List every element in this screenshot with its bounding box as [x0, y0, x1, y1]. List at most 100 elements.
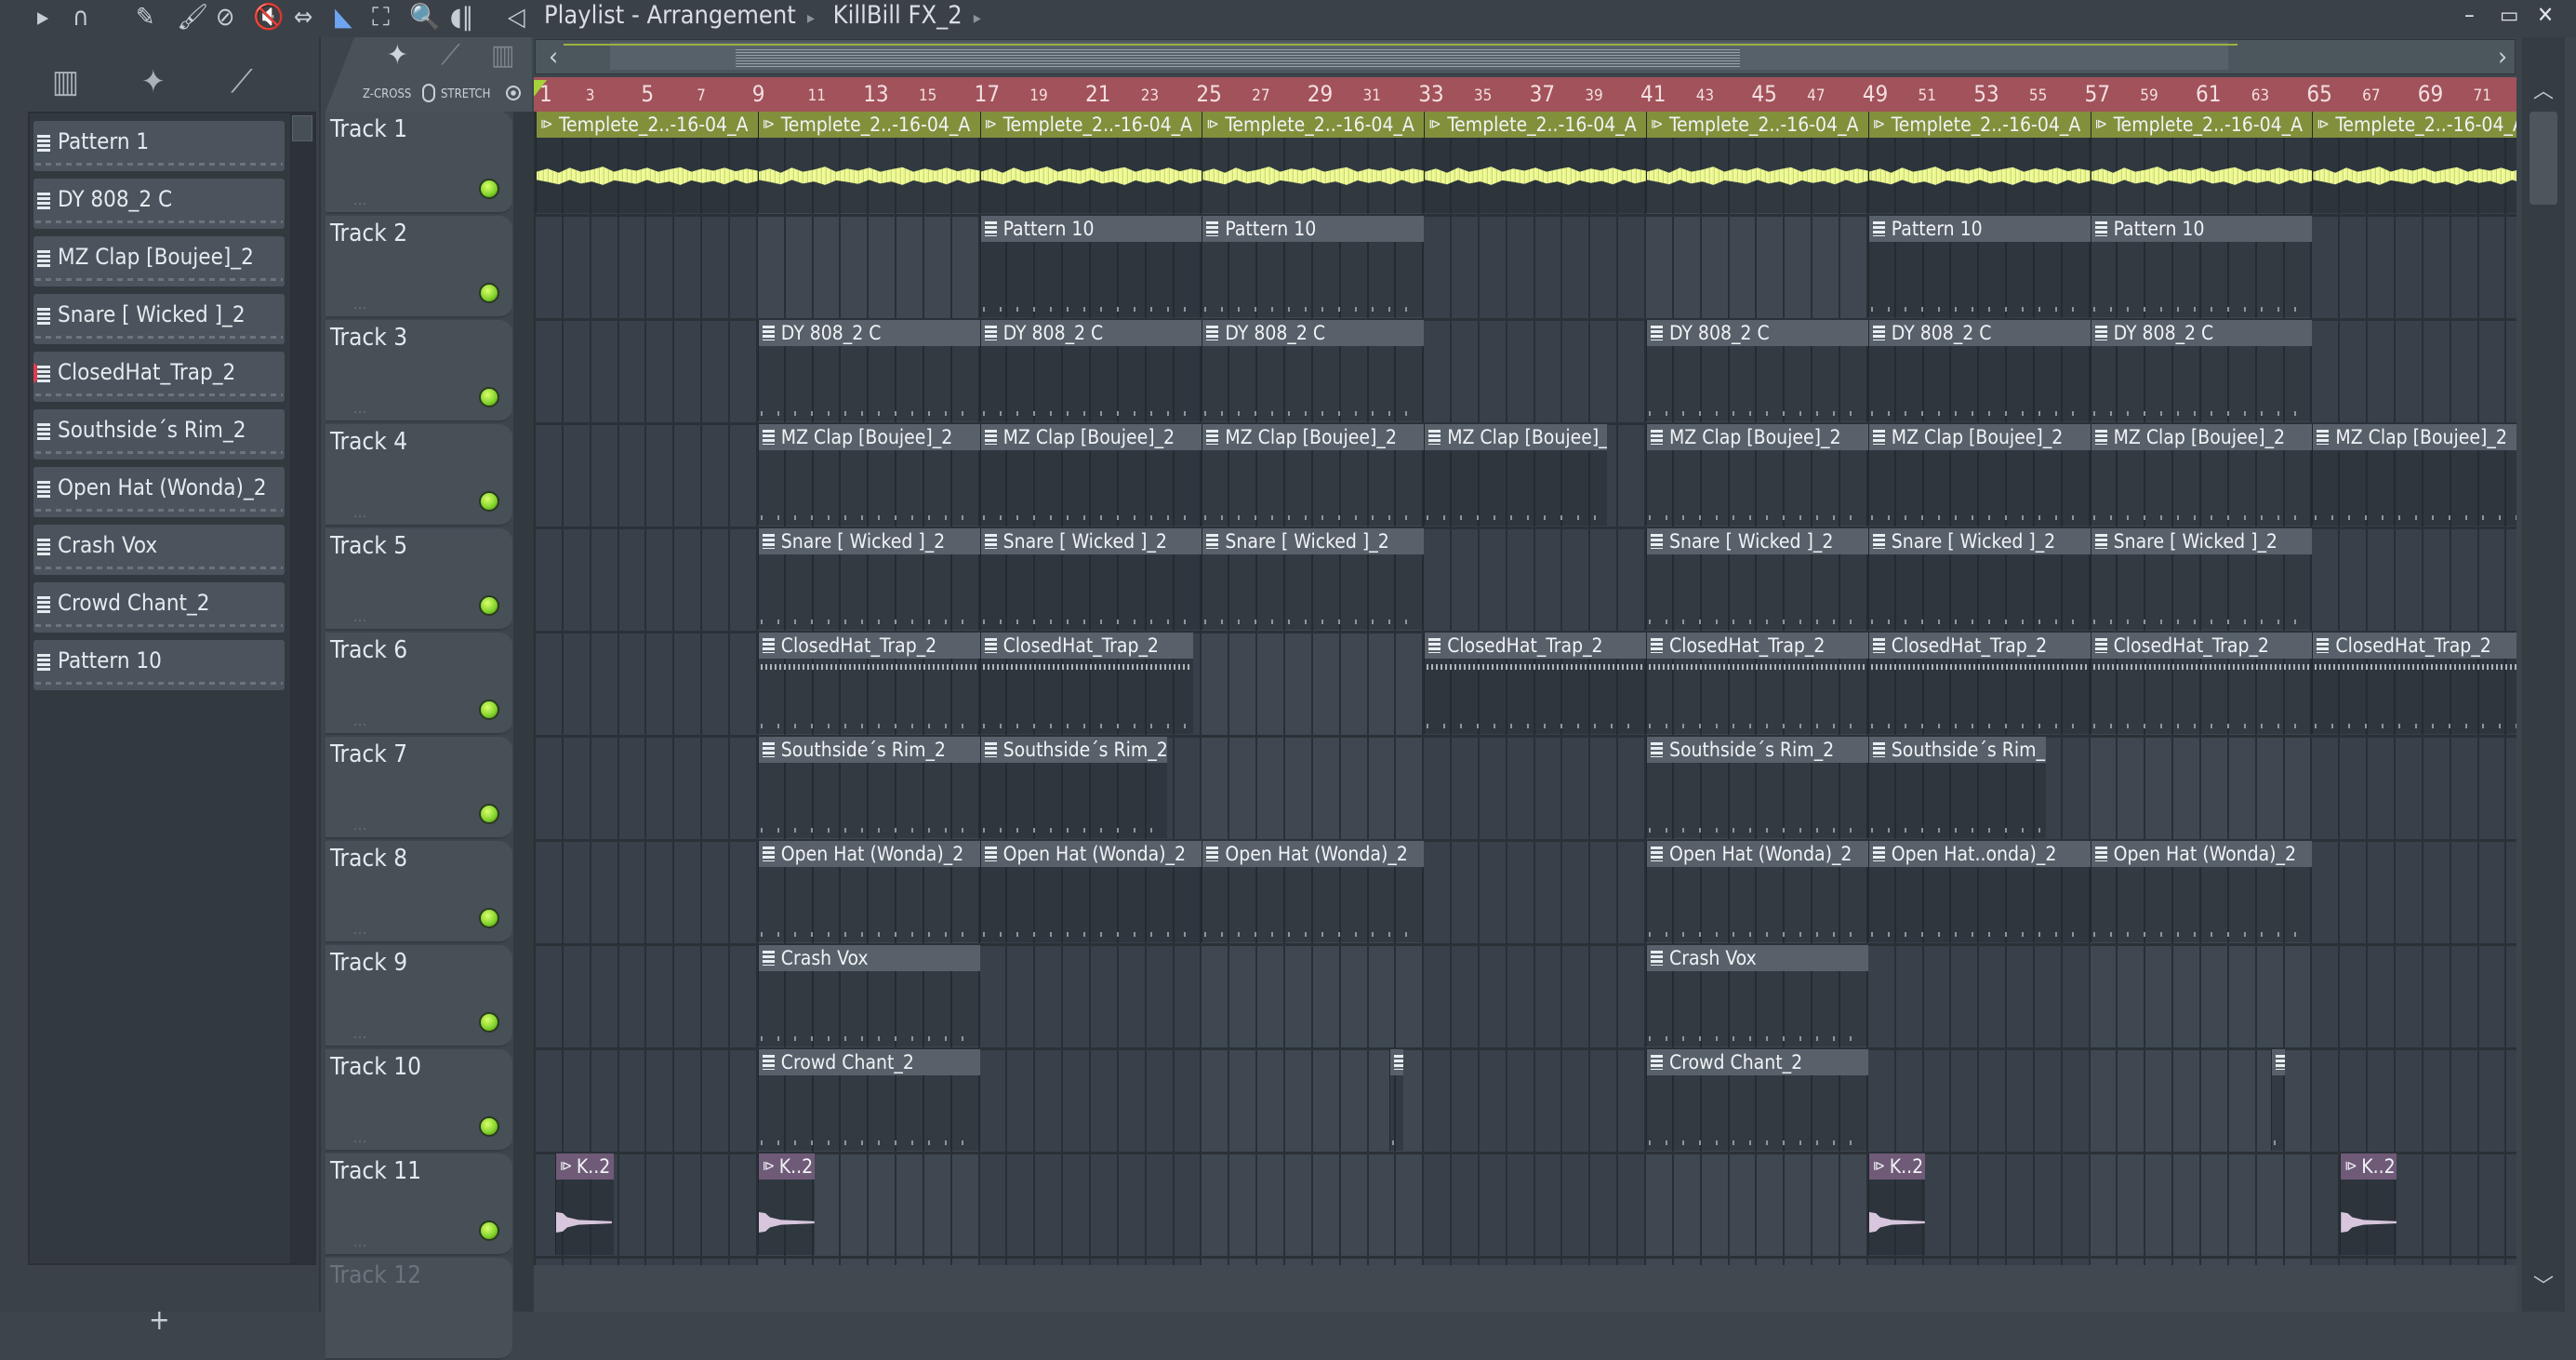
playlist-clip[interactable]: ⧐ K..2 [554, 1153, 614, 1255]
arrangement-grid[interactable]: ⧐ Templete_2..-16-04_A ⧐ Templete_2..-16-04… [534, 112, 2516, 1265]
playlist-clip[interactable] [2270, 1049, 2285, 1151]
clip-header[interactable]: ⧐ Templete_2..-16-04_A [758, 112, 980, 138]
track-header[interactable]: Track 12 [325, 1258, 512, 1360]
playlist-clip[interactable]: Snare [ Wicked ]_2 [979, 528, 1202, 630]
playlist-clip[interactable]: ClosedHat_Trap_2 [1867, 633, 2091, 734]
playlist-clip[interactable]: ClosedHat_Trap_2 [2312, 633, 2516, 734]
clip-header[interactable]: Snare [ Wicked ]_2 [1868, 528, 2091, 554]
clip-header[interactable]: ⧐ Templete_2..-16-04_A [537, 112, 758, 138]
track-enable-led[interactable] [479, 804, 499, 824]
clip-header[interactable]: MZ Clap [Boujee]_2 [1647, 424, 1868, 450]
playlist-clip[interactable]: Southside´s Rim_2 [1867, 737, 2046, 838]
clip-header[interactable]: Open Hat (Wonda)_2 [1202, 841, 1425, 867]
clip-header[interactable]: MZ Clap [Boujee]_2 [1868, 424, 2091, 450]
track-menu-icon[interactable]: ... [353, 1131, 367, 1146]
playlist-clip[interactable]: DY 808_2 C [757, 320, 980, 421]
clip-header[interactable]: Southside´s Rim_2 [980, 737, 1168, 763]
track-header[interactable]: Track 11... [325, 1153, 512, 1256]
clip-header[interactable]: ClosedHat_Trap_2 [1868, 633, 2091, 659]
clip-header[interactable]: MZ Clap [Boujee]_2 [2091, 424, 2313, 450]
playlist-clip[interactable]: Snare [ Wicked ]_2 [2090, 528, 2313, 630]
clip-header[interactable]: ClosedHat_Trap_2 [2313, 633, 2516, 659]
pattern-list-item[interactable]: MZ Clap [Boujee]_2 [33, 236, 285, 287]
clip-header[interactable]: MZ Clap [Boujee]_2 [1202, 424, 1425, 450]
playlist-clip[interactable]: ClosedHat_Trap_2 [757, 633, 980, 734]
playlist-clip[interactable]: Snare [ Wicked ]_2 [1202, 528, 1425, 630]
clip-header[interactable]: Open Hat (Wonda)_2 [2091, 841, 2313, 867]
audio-clip-icon[interactable]: ✦ [387, 39, 408, 72]
track-header[interactable]: Track 5... [325, 528, 512, 631]
playlist-clip[interactable]: ⧐ Templete_2..-16-04_A [1424, 112, 1646, 213]
clip-header[interactable]: ClosedHat_Trap_2 [2091, 633, 2313, 659]
track-header[interactable]: Track 7... [325, 737, 512, 839]
track-enable-led[interactable] [479, 700, 499, 720]
horizontal-scroll-area[interactable] [534, 1265, 2516, 1312]
playlist-clip[interactable]: Snare [ Wicked ]_2 [1867, 528, 2091, 630]
clip-header[interactable]: ⧐ Templete_2..-16-04_A [1202, 112, 1425, 138]
clip-header[interactable] [2271, 1049, 2285, 1075]
clip-header[interactable]: Open Hat (Wonda)_2 [758, 841, 980, 867]
clip-header[interactable]: MZ Clap [Boujee]_2 [758, 424, 980, 450]
clip-header[interactable]: ⧐ Templete_2..-16-04_A [980, 112, 1202, 138]
playlist-clip[interactable]: Pattern 10 [1867, 216, 2091, 317]
track-header[interactable]: Track 6... [325, 633, 512, 735]
pattern-list-item[interactable]: Crowd Chant_2 [33, 582, 285, 633]
pattern-list-item[interactable]: Snare [ Wicked ]_2 [33, 294, 285, 344]
scroll-down-icon[interactable]: ﹀ [2522, 1270, 2565, 1300]
clip-header[interactable]: ⧐ Templete_2..-16-04_A [2313, 112, 2516, 138]
clip-header[interactable]: ⧐ K..2 [555, 1153, 614, 1180]
clip-header[interactable]: DY 808_2 C [2091, 320, 2313, 346]
playlist-clip[interactable]: ⧐ K..2 [2340, 1153, 2397, 1255]
track-menu-icon[interactable]: ... [353, 193, 367, 208]
clip-header[interactable]: Pattern 10 [980, 216, 1202, 242]
playhead-marker[interactable] [534, 80, 547, 97]
playback-icon[interactable]: ◖‖ [450, 4, 473, 32]
playlist-clip[interactable]: DY 808_2 C [1867, 320, 2091, 421]
pattern-list-item[interactable]: Pattern 10 [33, 640, 285, 690]
playlist-clip[interactable]: DY 808_2 C [2090, 320, 2313, 421]
playlist-clip[interactable]: Crash Vox [757, 945, 980, 1047]
clip-header[interactable]: ClosedHat_Trap_2 [980, 633, 1194, 659]
playlist-clip[interactable]: Pattern 10 [1202, 216, 1425, 317]
piano-icon[interactable]: ▥ [52, 63, 79, 100]
playlist-clip[interactable]: Crowd Chant_2 [1646, 1049, 1868, 1151]
playlist-clip[interactable]: Open Hat (Wonda)_2 [757, 841, 980, 942]
playlist-clip[interactable]: DY 808_2 C [1202, 320, 1425, 421]
playlist-clip[interactable]: ⧐ K..2 [1867, 1153, 1925, 1255]
track-menu-icon[interactable]: ... [353, 506, 367, 521]
clip-header[interactable]: ClosedHat_Trap_2 [1425, 633, 1646, 659]
pattern-list-item[interactable]: Pattern 1 [33, 121, 285, 171]
clip-header[interactable]: Snare [ Wicked ]_2 [758, 528, 980, 554]
pencil-icon[interactable]: ✎ [136, 4, 154, 32]
clip-header[interactable]: ClosedHat_Trap_2 [1647, 633, 1868, 659]
track-enable-led[interactable] [479, 1220, 499, 1241]
playlist-clip[interactable]: ⧐ Templete_2..-16-04_A [2312, 112, 2516, 213]
project-name[interactable]: KillBill FX_2 [833, 1, 963, 30]
clip-header[interactable]: Snare [ Wicked ]_2 [2091, 528, 2313, 554]
playlist-clip[interactable]: MZ Clap [Boujee]_2 [2090, 424, 2313, 526]
track-enable-led[interactable] [479, 491, 499, 512]
track-menu-icon[interactable]: ... [353, 1235, 367, 1250]
playlist-clip[interactable]: Open Hat (Wonda)_2 [1202, 841, 1425, 942]
clip-header[interactable]: ⧐ Templete_2..-16-04_A [1425, 112, 1646, 138]
scrollbar-thumb[interactable] [292, 115, 312, 141]
timeline-ruler[interactable]: 1 3 5 7 9 11 13 15 17 19 21 23 25 27 29 31 33 35 37 39 41 43 4… [534, 77, 2516, 112]
play-arrow-icon[interactable]: ▸ [37, 4, 48, 32]
track-header[interactable]: Track 1... [325, 112, 512, 214]
playlist-clip[interactable]: ⧐ Templete_2..-16-04_A [536, 112, 758, 213]
playlist-clip[interactable]: ⧐ K..2 [757, 1153, 815, 1255]
clip-header[interactable]: DY 808_2 C [1647, 320, 1868, 346]
track-enable-led[interactable] [479, 283, 499, 303]
mute-icon[interactable]: 🔇 [253, 4, 285, 32]
add-pattern-button[interactable]: + [149, 1304, 170, 1337]
playlist-clip[interactable]: Pattern 10 [2090, 216, 2313, 317]
clip-header[interactable]: Southside´s Rim_2 [1647, 737, 1868, 763]
playlist-clip[interactable]: ClosedHat_Trap_2 [2090, 633, 2313, 734]
playlist-clip[interactable]: ⧐ Templete_2..-16-04_A [757, 112, 980, 213]
track-enable-led[interactable] [479, 179, 499, 199]
playlist-clip[interactable]: Crash Vox [1646, 945, 1868, 1047]
playlist-clip[interactable]: Southside´s Rim_2 [1646, 737, 1868, 838]
track-header[interactable]: Track 10... [325, 1049, 512, 1152]
stretch-toggle[interactable] [506, 86, 521, 100]
track-header[interactable]: Track 8... [325, 841, 512, 943]
